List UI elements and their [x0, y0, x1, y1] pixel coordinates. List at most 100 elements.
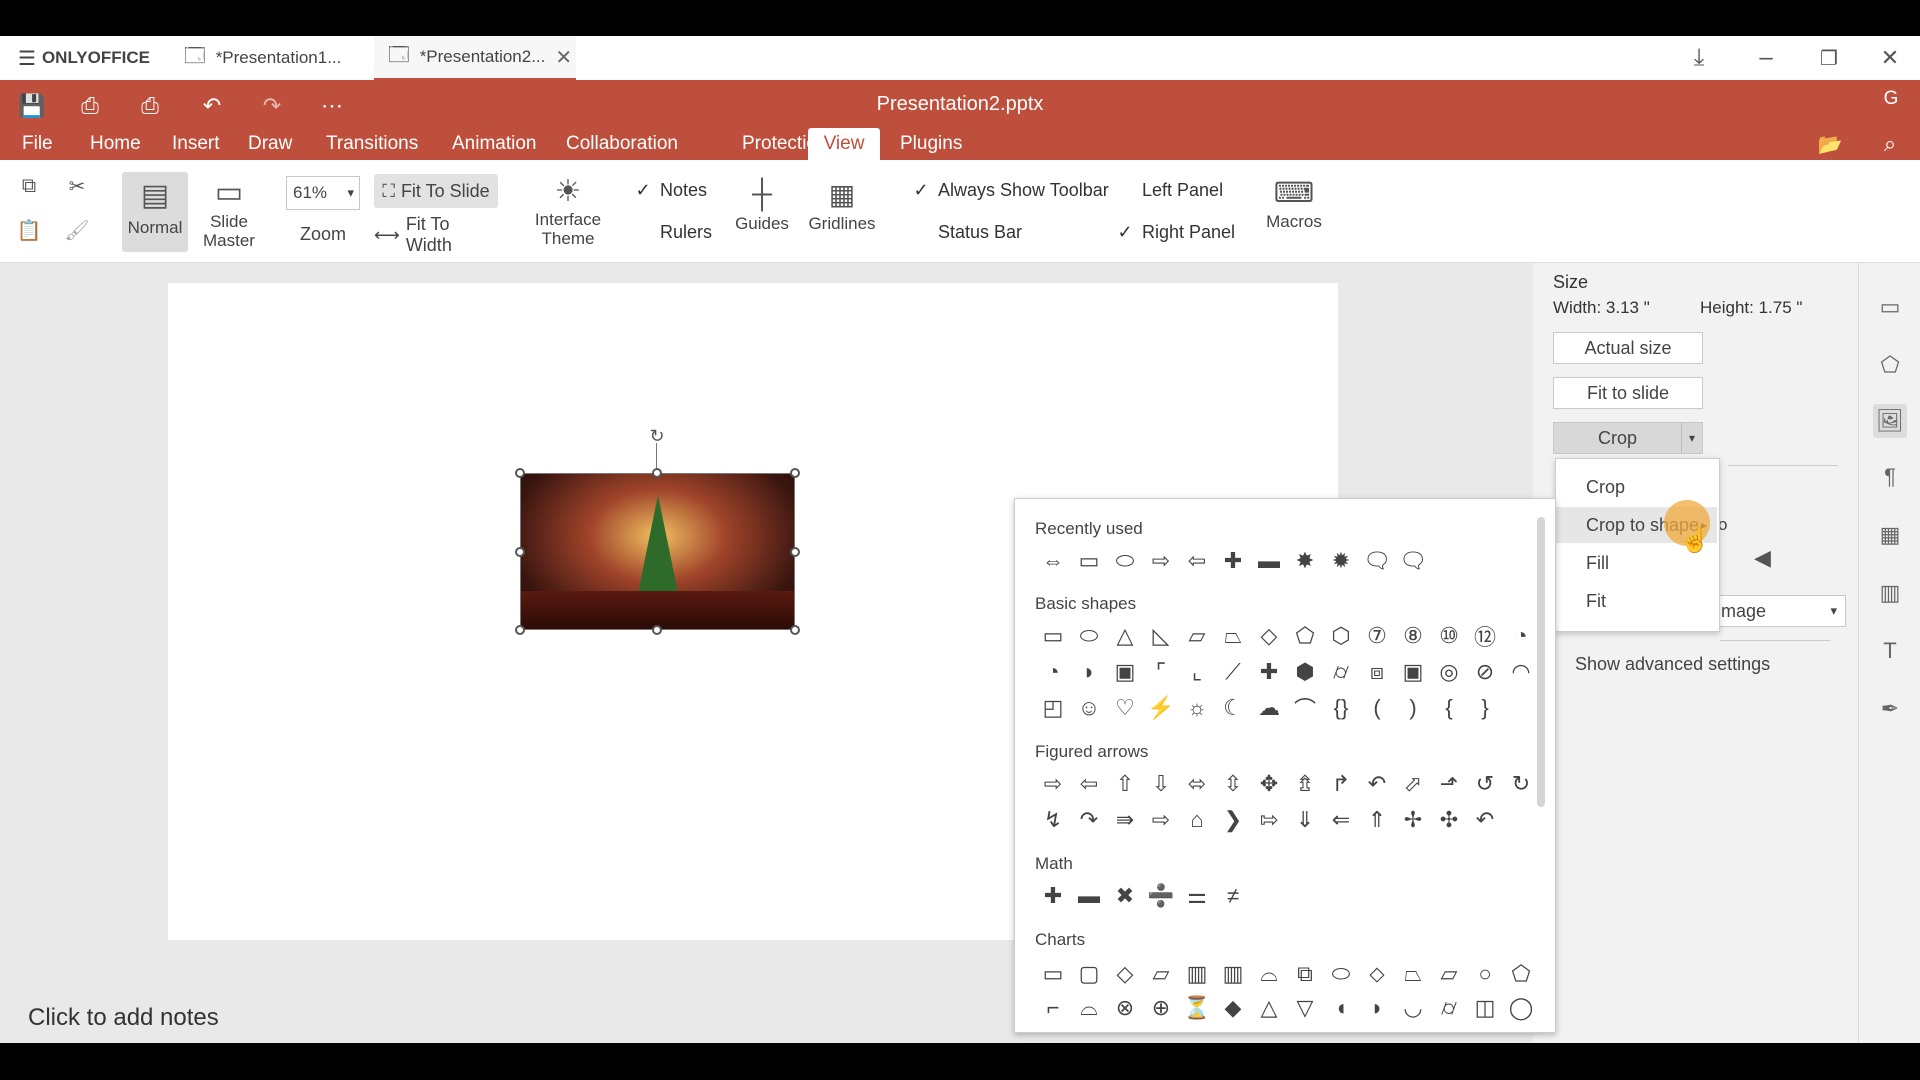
shape-option-icon[interactable]: ⌭	[1431, 991, 1467, 1025]
left-panel-checkbox[interactable]: Left Panel	[1116, 180, 1223, 201]
right-panel-checkbox[interactable]: ✓ Right Panel	[1116, 222, 1235, 243]
close-window-icon[interactable]: ✕	[1866, 40, 1914, 76]
crop-menu-item-crop[interactable]: Crop	[1556, 469, 1717, 505]
shape-option-icon[interactable]: ⑫	[1467, 619, 1503, 653]
shape-option-icon[interactable]: ⏥	[1431, 957, 1467, 991]
shape-option-icon[interactable]: ▢	[1071, 957, 1107, 991]
shape-option-icon[interactable]: ◆	[1215, 991, 1251, 1025]
shape-option-icon[interactable]: ◗	[1071, 655, 1107, 689]
shape-option-icon[interactable]: ◖	[1323, 991, 1359, 1025]
shape-option-icon[interactable]: ▱	[1179, 619, 1215, 653]
crop-menu-item-fit[interactable]: Fit	[1556, 583, 1717, 619]
menu-tab-file[interactable]: File	[10, 128, 65, 160]
shape-option-icon[interactable]: ⌜	[1143, 655, 1179, 689]
shape-option-icon[interactable]: ↻	[1503, 767, 1539, 801]
gridlines-button[interactable]: ▦ Gridlines	[800, 174, 884, 254]
shape-option-icon[interactable]: ⊘	[1467, 655, 1503, 689]
fit-to-width-button[interactable]: ⟷ Fit To Width	[374, 214, 498, 255]
menu-tab-home[interactable]: Home	[78, 128, 153, 160]
print-icon[interactable]: ⎙	[70, 88, 110, 124]
shape-option-icon[interactable]: ⏳	[1179, 991, 1215, 1025]
show-advanced-settings-link[interactable]: Show advanced settings	[1575, 654, 1770, 675]
doc-tab-presentation1[interactable]: 🗔 *Presentation1...	[170, 36, 372, 80]
shape-option-icon[interactable]: ❯	[1215, 803, 1251, 837]
shape-option-icon[interactable]: ⇑	[1359, 803, 1395, 837]
shape-option-icon[interactable]: ⬢	[1287, 655, 1323, 689]
customize-quick-access-icon[interactable]: ⋯	[312, 88, 352, 124]
rulers-checkbox[interactable]: Rulers	[634, 222, 712, 243]
shape-option-icon[interactable]: ◇	[1107, 957, 1143, 991]
actual-size-button[interactable]: Actual size	[1553, 332, 1703, 364]
signature-settings-icon[interactable]: ✒	[1873, 692, 1907, 726]
shape-option-icon[interactable]: ⇩	[1143, 767, 1179, 801]
shape-option-icon[interactable]: ⌞	[1179, 655, 1215, 689]
fit-to-slide-button[interactable]: ⛶ Fit To Slide	[374, 174, 498, 208]
shape-option-icon[interactable]: ⊗	[1107, 991, 1143, 1025]
shape-option-icon[interactable]: ⑧	[1395, 619, 1431, 653]
shape-option-icon[interactable]: ⬡	[1323, 619, 1359, 653]
shape-option-icon[interactable]: ◗	[1359, 991, 1395, 1025]
shape-option-icon[interactable]: ⇓	[1287, 803, 1323, 837]
shape-option-icon[interactable]: ⬭	[1107, 544, 1143, 578]
resize-handle[interactable]	[515, 625, 525, 635]
shape-option-icon[interactable]: ▥	[1179, 957, 1215, 991]
shape-option-icon[interactable]: ⌐	[1035, 991, 1071, 1025]
shape-option-icon[interactable]: ⇨	[1035, 767, 1071, 801]
shape-option-icon[interactable]: ▭	[1071, 544, 1107, 578]
shape-option-icon[interactable]: ▽	[1287, 991, 1323, 1025]
image-settings-icon[interactable]: 🖼	[1873, 404, 1907, 438]
resize-handle[interactable]	[515, 547, 525, 557]
shape-option-icon[interactable]: ☼	[1179, 691, 1215, 725]
resize-handle[interactable]	[790, 547, 800, 557]
shape-option-icon[interactable]: ✚	[1251, 655, 1287, 689]
gallery-scrollbar[interactable]	[1537, 517, 1545, 807]
shape-option-icon[interactable]: 🗨	[1359, 544, 1395, 578]
shape-option-icon[interactable]: ⇛	[1107, 803, 1143, 837]
shape-option-icon[interactable]: ⌒	[1287, 691, 1323, 725]
close-tab-icon[interactable]: ✕	[555, 45, 572, 70]
copy-icon[interactable]: ⧉	[12, 170, 46, 202]
interface-theme-button[interactable]: ☀ Interface Theme	[528, 172, 608, 254]
menu-tab-plugins[interactable]: Plugins	[888, 128, 974, 160]
menu-tab-animation[interactable]: Animation	[440, 128, 549, 160]
shape-option-icon[interactable]: ↷	[1071, 803, 1107, 837]
shape-option-icon[interactable]: {}	[1323, 691, 1359, 725]
slide-settings-icon[interactable]: ▭	[1873, 290, 1907, 324]
fit-to-slide-panel-button[interactable]: Fit to slide	[1553, 377, 1703, 409]
shape-option-icon[interactable]: ⑦	[1359, 619, 1395, 653]
shape-option-icon[interactable]: ✢	[1395, 803, 1431, 837]
copy-style-icon[interactable]: 🖌	[60, 214, 94, 246]
shape-option-icon[interactable]: ♡	[1107, 691, 1143, 725]
shape-option-icon[interactable]: ⬦	[1359, 957, 1395, 991]
shape-option-icon[interactable]: ↶	[1467, 803, 1503, 837]
paste-icon[interactable]: 📋	[12, 214, 46, 246]
shape-option-icon[interactable]: ▱	[1143, 957, 1179, 991]
shape-option-icon[interactable]: ↶	[1359, 767, 1395, 801]
shape-option-icon[interactable]: {	[1431, 691, 1467, 725]
resize-handle[interactable]	[790, 625, 800, 635]
shape-option-icon[interactable]: ⬄	[1179, 767, 1215, 801]
shape-option-icon[interactable]: ⬠	[1503, 957, 1539, 991]
shape-option-icon[interactable]: ⚌	[1179, 879, 1215, 913]
quick-print-icon[interactable]: ⎙	[130, 88, 170, 124]
shape-option-icon[interactable]: ⌂	[1179, 803, 1215, 837]
shape-option-icon[interactable]: ⇨	[1143, 544, 1179, 578]
doc-tab-presentation2[interactable]: 🗔 *Presentation2... ✕	[374, 36, 576, 80]
shape-option-icon[interactable]: ◇	[1251, 619, 1287, 653]
shape-option-icon[interactable]: ✣	[1431, 803, 1467, 837]
notes-placeholder[interactable]: Click to add notes	[28, 1004, 219, 1032]
menu-tab-draw[interactable]: Draw	[236, 128, 304, 160]
normal-view-button[interactable]: ▤ Normal	[122, 172, 188, 252]
shape-option-icon[interactable]: ▬	[1251, 544, 1287, 578]
rotate-handle-icon[interactable]: ↻	[647, 426, 667, 446]
shape-option-icon[interactable]: ✚	[1215, 544, 1251, 578]
shape-option-icon[interactable]: ⇐	[1323, 803, 1359, 837]
flip-icon[interactable]: ◀	[1754, 545, 1771, 571]
shape-option-icon[interactable]: ⑩	[1431, 619, 1467, 653]
shape-settings-icon[interactable]: ⬠	[1873, 348, 1907, 382]
shape-option-icon[interactable]: ◔	[1035, 655, 1071, 689]
shape-option-icon[interactable]: ↺	[1467, 767, 1503, 801]
menu-tab-collaboration[interactable]: Collaboration	[554, 128, 690, 160]
resize-handle[interactable]	[652, 625, 662, 635]
shape-option-icon[interactable]: ⇰	[1251, 803, 1287, 837]
